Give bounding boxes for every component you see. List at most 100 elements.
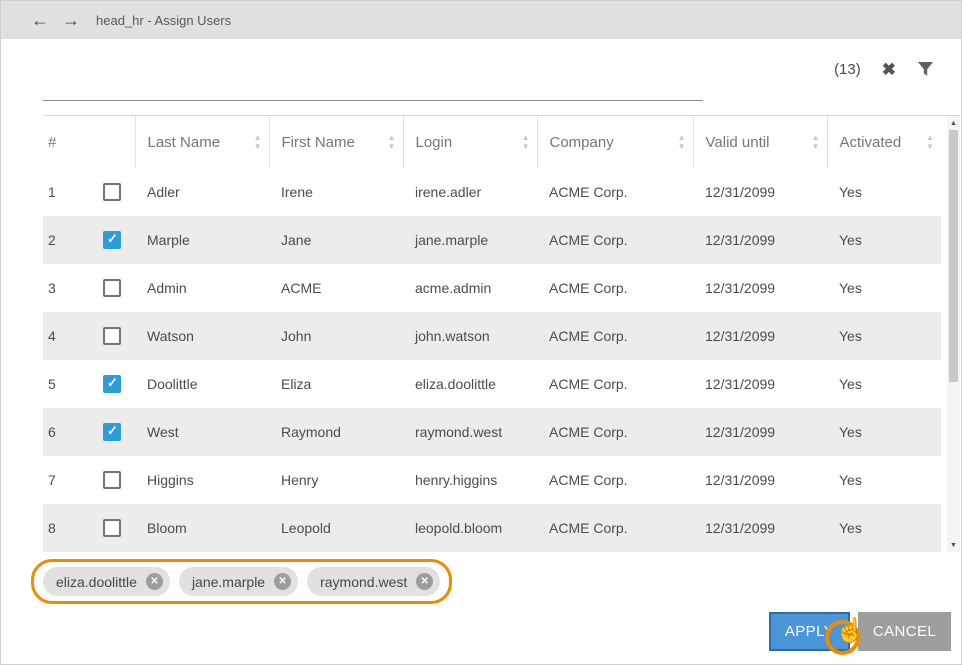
selection-highlight: eliza.doolittle ✕ jane.marple ✕ raymond.… [31, 559, 452, 604]
cell-last-name: Watson [135, 312, 269, 360]
cell-activated: Yes [827, 168, 941, 216]
row-number: 7 [48, 472, 103, 488]
users-table: # Last Name ▲▼ First Name ▲▼ Login ▲▼ [43, 115, 960, 552]
cell-last-name: Marple [135, 216, 269, 264]
cell-activated: Yes [827, 408, 941, 456]
cell-first-name: Raymond [269, 408, 403, 456]
cell-activated: Yes [827, 312, 941, 360]
chip-label: raymond.west [320, 574, 407, 590]
row-checkbox[interactable] [103, 279, 121, 297]
selected-user-chip: raymond.west ✕ [307, 567, 440, 596]
cell-last-name: West [135, 408, 269, 456]
cell-valid-until: 12/31/2099 [693, 504, 827, 552]
cell-valid-until: 12/31/2099 [693, 456, 827, 504]
col-header-label: Last Name [148, 134, 221, 151]
chip-label: jane.marple [192, 574, 265, 590]
cell-first-name: Irene [269, 168, 403, 216]
dialog-actions: APPLY CANCEL [769, 612, 951, 651]
table-row[interactable]: 8 Bloom Leopold leopold.bloom ACME Corp.… [43, 504, 941, 552]
vertical-scrollbar[interactable]: ▲ ▼ [947, 116, 960, 552]
row-checkbox[interactable] [103, 423, 121, 441]
col-header-company[interactable]: Company ▲▼ [537, 116, 693, 168]
row-number: 5 [48, 376, 103, 392]
row-number: 2 [48, 232, 103, 248]
cell-company: ACME Corp. [537, 408, 693, 456]
row-number: 4 [48, 328, 103, 344]
sort-icons[interactable]: ▲▼ [254, 134, 262, 150]
cell-company: ACME Corp. [537, 264, 693, 312]
table-row[interactable]: 3 Admin ACME acme.admin ACME Corp. 12/31… [43, 264, 941, 312]
row-checkbox[interactable] [103, 327, 121, 345]
row-checkbox[interactable] [103, 375, 121, 393]
sort-icons[interactable]: ▲▼ [812, 134, 820, 150]
cell-login: leopold.bloom [403, 504, 537, 552]
cancel-button[interactable]: CANCEL [858, 612, 951, 651]
back-icon[interactable]: ← [31, 11, 49, 29]
cell-valid-until: 12/31/2099 [693, 360, 827, 408]
table-row[interactable]: 4 Watson John john.watson ACME Corp. 12/… [43, 312, 941, 360]
cell-last-name: Adler [135, 168, 269, 216]
cell-company: ACME Corp. [537, 168, 693, 216]
cell-company: ACME Corp. [537, 216, 693, 264]
apply-button[interactable]: APPLY [769, 612, 850, 651]
cell-login: irene.adler [403, 168, 537, 216]
table-row[interactable]: 1 Adler Irene irene.adler ACME Corp. 12/… [43, 168, 941, 216]
table-row[interactable]: 2 Marple Jane jane.marple ACME Corp. 12/… [43, 216, 941, 264]
cell-login: henry.higgins [403, 456, 537, 504]
cell-first-name: Henry [269, 456, 403, 504]
row-checkbox[interactable] [103, 231, 121, 249]
chip-remove-icon[interactable]: ✕ [146, 573, 163, 590]
forward-icon[interactable]: → [62, 11, 80, 29]
cell-last-name: Admin [135, 264, 269, 312]
page-title: head_hr - Assign Users [96, 13, 231, 28]
selected-user-chip: jane.marple ✕ [179, 567, 298, 596]
row-number: 3 [48, 280, 103, 296]
clear-filter-icon[interactable]: ✖ [882, 61, 896, 78]
scroll-up-icon[interactable]: ▲ [947, 116, 960, 130]
cell-login: john.watson [403, 312, 537, 360]
col-header-index: # [43, 116, 135, 168]
table-row[interactable]: 6 West Raymond raymond.west ACME Corp. 1… [43, 408, 941, 456]
cell-company: ACME Corp. [537, 456, 693, 504]
sort-icons[interactable]: ▲▼ [388, 134, 396, 150]
col-header-first-name[interactable]: First Name ▲▼ [269, 116, 403, 168]
chip-remove-icon[interactable]: ✕ [274, 573, 291, 590]
col-header-login[interactable]: Login ▲▼ [403, 116, 537, 168]
row-checkbox[interactable] [103, 519, 121, 537]
cell-valid-until: 12/31/2099 [693, 216, 827, 264]
cell-activated: Yes [827, 504, 941, 552]
cell-login: jane.marple [403, 216, 537, 264]
sort-icons[interactable]: ▲▼ [522, 134, 530, 150]
sort-icons[interactable]: ▲▼ [926, 134, 934, 150]
table-row[interactable]: 5 Doolittle Eliza eliza.doolittle ACME C… [43, 360, 941, 408]
cell-last-name: Bloom [135, 504, 269, 552]
col-header-label: First Name [282, 134, 355, 151]
result-count: (13) [834, 61, 861, 78]
col-header-label: Valid until [706, 134, 770, 151]
filter-icon[interactable] [917, 61, 934, 78]
table-row[interactable]: 7 Higgins Henry henry.higgins ACME Corp.… [43, 456, 941, 504]
row-checkbox[interactable] [103, 183, 121, 201]
row-checkbox[interactable] [103, 471, 121, 489]
cell-company: ACME Corp. [537, 360, 693, 408]
row-number: 1 [48, 184, 103, 200]
assign-users-window: ← → head_hr - Assign Users (13) ✖ # [0, 0, 962, 665]
cell-last-name: Higgins [135, 456, 269, 504]
col-header-activated[interactable]: Activated ▲▼ [827, 116, 941, 168]
row-number: 6 [48, 424, 103, 440]
cell-valid-until: 12/31/2099 [693, 408, 827, 456]
cell-first-name: ACME [269, 264, 403, 312]
col-header-valid-until[interactable]: Valid until ▲▼ [693, 116, 827, 168]
cell-activated: Yes [827, 360, 941, 408]
chip-remove-icon[interactable]: ✕ [416, 573, 433, 590]
scroll-down-icon[interactable]: ▼ [947, 538, 960, 552]
filter-input[interactable] [43, 71, 703, 101]
col-header-last-name[interactable]: Last Name ▲▼ [135, 116, 269, 168]
cell-last-name: Doolittle [135, 360, 269, 408]
cell-login: acme.admin [403, 264, 537, 312]
sort-icons[interactable]: ▲▼ [678, 134, 686, 150]
cell-company: ACME Corp. [537, 312, 693, 360]
scrollbar-thumb[interactable] [949, 130, 958, 382]
cell-valid-until: 12/31/2099 [693, 312, 827, 360]
cell-activated: Yes [827, 456, 941, 504]
